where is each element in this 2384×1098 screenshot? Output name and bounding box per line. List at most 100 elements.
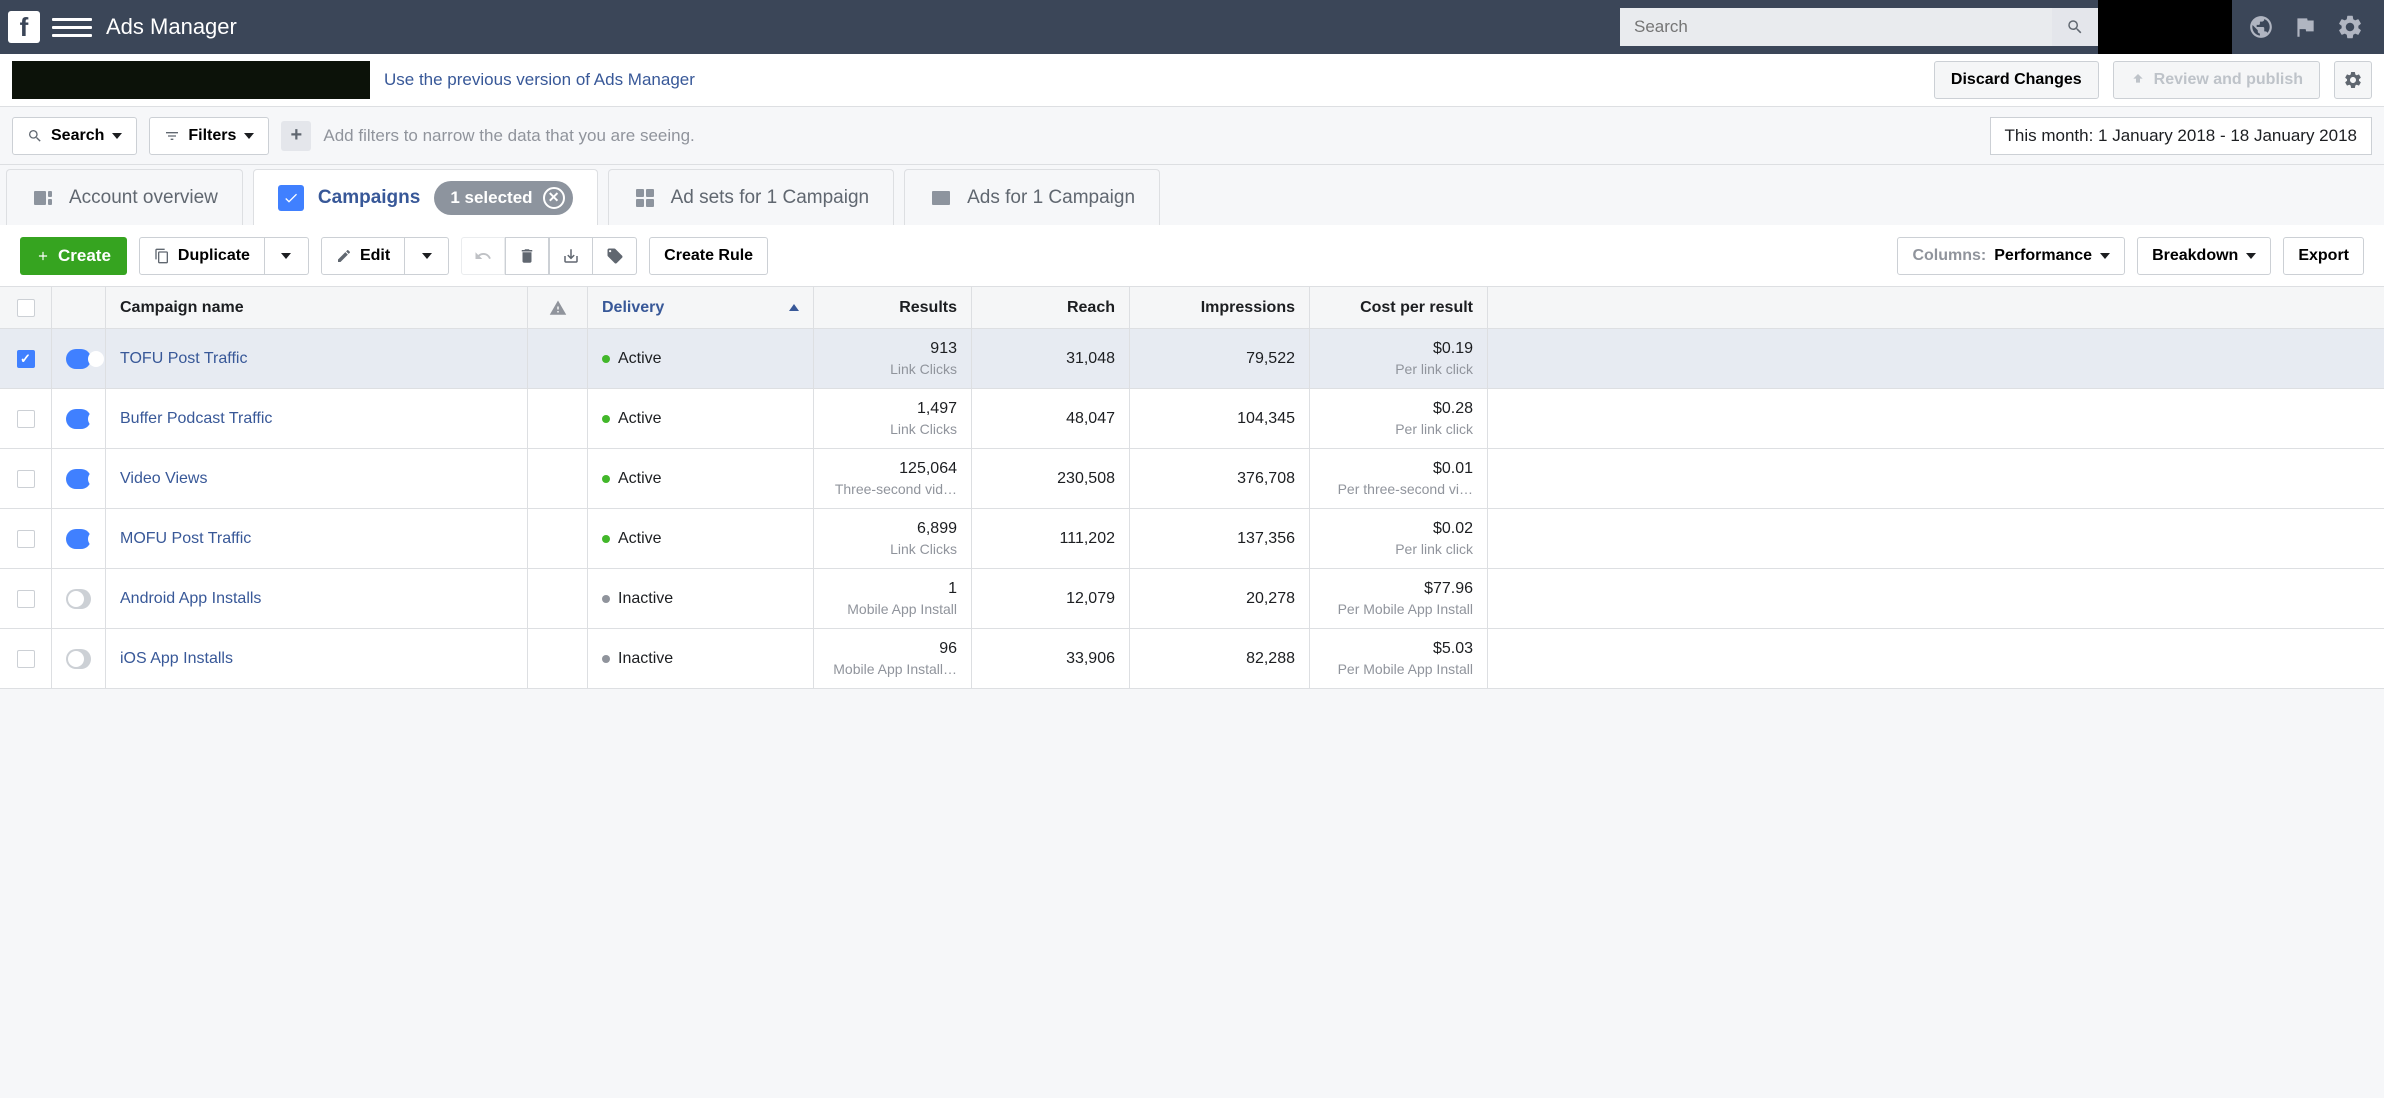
search-input[interactable] (1620, 8, 2052, 46)
gear-icon[interactable] (2336, 13, 2364, 41)
row-checkbox[interactable] (0, 569, 52, 628)
cost-cell: $0.28Per link click (1310, 389, 1488, 448)
overview-icon (31, 186, 55, 210)
header-delivery[interactable]: Delivery (588, 287, 814, 328)
filters-button[interactable]: Filters (149, 117, 269, 155)
date-range-picker[interactable]: This month: 1 January 2018 - 18 January … (1990, 117, 2373, 155)
tab-account-overview[interactable]: Account overview (6, 169, 243, 225)
campaign-name-cell[interactable]: MOFU Post Traffic (106, 509, 528, 568)
columns-prefix: Columns: (1912, 247, 1986, 265)
campaign-name-cell[interactable]: Android App Installs (106, 569, 528, 628)
header-spacer (1488, 287, 2384, 328)
table-row[interactable]: Video Views Active 125,064Three-second v… (0, 449, 2384, 509)
cost-cell: $5.03Per Mobile App Install (1310, 629, 1488, 688)
row-checkbox[interactable] (0, 629, 52, 688)
header-reach[interactable]: Reach (972, 287, 1130, 328)
create-button[interactable]: Create (20, 237, 127, 275)
table-row[interactable]: Buffer Podcast Traffic Active 1,497Link … (0, 389, 2384, 449)
campaign-name-cell[interactable]: Buffer Podcast Traffic (106, 389, 528, 448)
table-row[interactable]: Android App Installs Inactive 1Mobile Ap… (0, 569, 2384, 629)
undo-button[interactable] (461, 237, 505, 275)
toggle-header (52, 287, 106, 328)
clear-selection-button[interactable]: ✕ (543, 187, 565, 209)
results-cell: 1,497Link Clicks (814, 389, 972, 448)
row-toggle[interactable] (52, 629, 106, 688)
filter-icon (164, 128, 180, 144)
review-publish-label: Review and publish (2154, 71, 2303, 89)
row-toggle[interactable] (52, 509, 106, 568)
row-toggle[interactable] (52, 569, 106, 628)
row-checkbox[interactable] (0, 509, 52, 568)
filter-placeholder: Add filters to narrow the data that you … (323, 126, 694, 146)
export-icon-button[interactable] (549, 237, 593, 275)
search-filter-button[interactable]: Search (12, 117, 137, 155)
reach-cell: 31,048 (972, 329, 1130, 388)
header-impressions[interactable]: Impressions (1130, 287, 1310, 328)
row-toggle[interactable] (52, 449, 106, 508)
review-publish-button[interactable]: Review and publish (2113, 61, 2320, 99)
add-filter-button[interactable]: + (281, 121, 311, 151)
create-label: Create (58, 246, 111, 266)
trash-icon (518, 247, 536, 265)
export-button[interactable]: Export (2283, 237, 2364, 275)
campaigns-table: Campaign name Delivery Results Reach Imp… (0, 287, 2384, 689)
row-checkbox[interactable] (0, 449, 52, 508)
row-toggle[interactable] (52, 329, 106, 388)
row-checkbox[interactable] (0, 389, 52, 448)
campaign-name-cell[interactable]: iOS App Installs (106, 629, 528, 688)
tab-ads[interactable]: Ads for 1 Campaign (904, 169, 1160, 225)
warning-cell (528, 629, 588, 688)
results-cell: 96Mobile App Install… (814, 629, 972, 688)
selected-count-pill: 1 selected ✕ (434, 181, 572, 215)
tab-adsets[interactable]: Ad sets for 1 Campaign (608, 169, 895, 225)
secondary-bar: Use the previous version of Ads Manager … (0, 54, 2384, 107)
select-all-header[interactable] (0, 287, 52, 328)
tab-overview-label: Account overview (69, 187, 218, 209)
row-toggle[interactable] (52, 389, 106, 448)
row-checkbox[interactable] (0, 329, 52, 388)
tab-adsets-label: Ad sets for 1 Campaign (671, 187, 870, 209)
delete-button[interactable] (505, 237, 549, 275)
hamburger-icon[interactable] (52, 7, 92, 47)
tag-button[interactable] (593, 237, 637, 275)
columns-button[interactable]: Columns: Performance (1897, 237, 2125, 275)
settings-button[interactable] (2334, 61, 2372, 99)
facebook-logo[interactable]: f (8, 11, 40, 43)
impressions-cell: 104,345 (1130, 389, 1310, 448)
delivery-cell: Inactive (588, 629, 814, 688)
account-menu[interactable] (2098, 0, 2232, 54)
header-cost[interactable]: Cost per result (1310, 287, 1488, 328)
delivery-cell: Active (588, 449, 814, 508)
create-rule-button[interactable]: Create Rule (649, 237, 768, 275)
edit-button[interactable]: Edit (321, 237, 405, 275)
ad-account-selector[interactable] (12, 61, 370, 99)
top-nav: f Ads Manager (0, 0, 2384, 54)
icon-tools-group (461, 237, 637, 275)
row-spacer (1488, 629, 2384, 688)
results-cell: 1Mobile App Install (814, 569, 972, 628)
chevron-down-icon (281, 253, 291, 259)
breakdown-button[interactable]: Breakdown (2137, 237, 2271, 275)
header-name[interactable]: Campaign name (106, 287, 528, 328)
flag-icon[interactable] (2292, 14, 2318, 40)
search-filter-label: Search (51, 127, 104, 145)
campaign-name-cell[interactable]: TOFU Post Traffic (106, 329, 528, 388)
table-row[interactable]: MOFU Post Traffic Active 6,899Link Click… (0, 509, 2384, 569)
header-results[interactable]: Results (814, 287, 972, 328)
impressions-cell: 79,522 (1130, 329, 1310, 388)
search-button[interactable] (2052, 8, 2098, 46)
discard-changes-button[interactable]: Discard Changes (1934, 61, 2099, 99)
duplicate-button[interactable]: Duplicate (139, 237, 265, 275)
sort-asc-icon (789, 304, 799, 311)
table-row[interactable]: iOS App Installs Inactive 96Mobile App I… (0, 629, 2384, 689)
globe-icon[interactable] (2248, 14, 2274, 40)
export-icon (562, 247, 580, 265)
edit-dropdown[interactable] (405, 237, 449, 275)
previous-version-link[interactable]: Use the previous version of Ads Manager (384, 70, 695, 90)
tab-campaigns[interactable]: Campaigns 1 selected ✕ (253, 169, 598, 225)
header-warning (528, 287, 588, 328)
table-header: Campaign name Delivery Results Reach Imp… (0, 287, 2384, 329)
table-row[interactable]: TOFU Post Traffic Active 913Link Clicks … (0, 329, 2384, 389)
campaign-name-cell[interactable]: Video Views (106, 449, 528, 508)
duplicate-dropdown[interactable] (265, 237, 309, 275)
